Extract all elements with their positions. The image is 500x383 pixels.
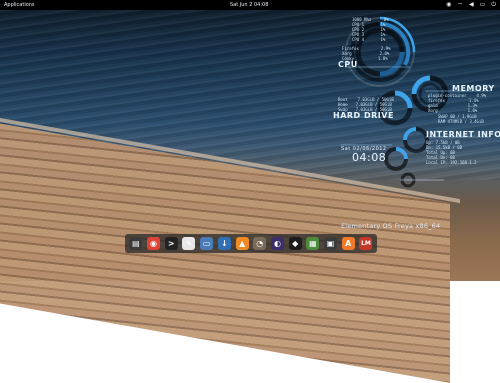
memory-row-label: Xorg: [428, 108, 438, 113]
os-caption: Elementary OS Freya x86_64: [341, 222, 441, 230]
ram-readout: RAM 474MiB / 3.4GiB: [438, 119, 484, 124]
dock-unity-icon-icon[interactable]: LM: [359, 237, 373, 250]
dock-vlc-icon[interactable]: ▲: [235, 237, 249, 250]
dock-editor-icon[interactable]: ✎: [182, 237, 196, 250]
cpu-row: CPU 4 1%: [352, 37, 385, 42]
plank-dock: ▤ ◉ > ✎ ▭ ↓ ▲ ◔ ◐ ◆ ▦ ▣ A LM: [125, 234, 377, 253]
dock-files-icon[interactable]: ▤: [129, 237, 143, 250]
cpu-row-label: CPU 4: [352, 37, 365, 42]
internet-row: Local IP: 192.168.1.2: [426, 160, 477, 165]
clock-time: 04:08: [352, 151, 387, 164]
dock-terminal-icon[interactable]: >: [164, 237, 178, 250]
memory-row-value: 1.0%: [467, 108, 478, 113]
dock-chrome-icon[interactable]: ◉: [147, 237, 161, 250]
dock-downloads-icon[interactable]: ↓: [217, 237, 231, 250]
ram-label: RAM: [438, 119, 446, 124]
dock-folder-icon[interactable]: ▭: [200, 237, 214, 250]
memory-row: Xorg 1.0%: [428, 108, 477, 113]
hard-drive-title: HARD DRIVE: [333, 111, 394, 120]
dock-system-monitor-icon[interactable]: ▦: [306, 237, 320, 250]
dock-inkscape-icon[interactable]: ◆: [288, 237, 302, 250]
internet-ring-group: [403, 127, 429, 153]
dock-gimp-icon[interactable]: ◔: [253, 237, 267, 250]
cpu-proc-value: 1.8%: [378, 56, 388, 61]
dock-eclipse-icon[interactable]: ◐: [270, 237, 284, 250]
cpu-title: CPU: [338, 60, 358, 69]
cpu-row-value: 1%: [380, 37, 386, 42]
internet-title: INTERNET INFO: [426, 130, 500, 139]
memory-title: MEMORY: [452, 84, 495, 93]
ram-value: 474MiB / 3.4GiB: [447, 119, 484, 124]
dock-software-center-icon[interactable]: A: [341, 237, 355, 250]
dock-photos-icon[interactable]: ▣: [324, 237, 338, 250]
